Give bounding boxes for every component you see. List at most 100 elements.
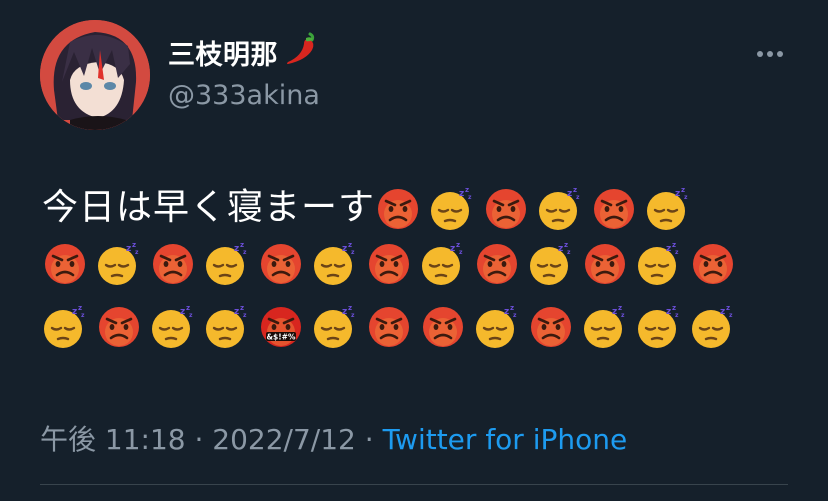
sleeping-face-icon: z zz: [638, 304, 679, 348]
sleeping-face-icon: z zz: [638, 241, 679, 285]
svg-text:z: z: [243, 249, 247, 256]
meta-separator: ·: [185, 423, 213, 456]
sleeping-face-icon: z zz: [314, 304, 355, 348]
svg-text:z: z: [351, 249, 355, 256]
angry-face-icon: [693, 244, 733, 284]
angry-face-icon: [369, 307, 409, 347]
svg-text:z: z: [567, 249, 571, 256]
svg-text:z: z: [675, 189, 680, 199]
sleeping-face-icon: z zz: [539, 186, 580, 230]
svg-text:z: z: [672, 304, 676, 312]
avatar[interactable]: [40, 20, 150, 130]
svg-text:z: z: [510, 304, 514, 312]
angry-face-icon: [423, 307, 463, 347]
chili-pepper-icon: [282, 30, 320, 75]
svg-text:z: z: [675, 312, 679, 319]
svg-text:z: z: [618, 304, 622, 312]
svg-text:z: z: [564, 241, 568, 249]
more-options-button[interactable]: [752, 40, 788, 68]
sleeping-face-icon: z zz: [152, 304, 193, 348]
sleeping-face-icon: z zz: [422, 241, 463, 285]
more-dots-icon: [757, 51, 763, 57]
svg-text:z: z: [351, 312, 355, 319]
angry-face-icon: [594, 189, 635, 229]
meta-separator: ·: [355, 423, 383, 456]
svg-text:z: z: [459, 249, 463, 256]
sleeping-face-icon: z zz: [584, 304, 625, 348]
svg-text:&$!#%: &$!#%: [267, 333, 296, 342]
svg-text:z: z: [450, 244, 455, 254]
svg-text:z: z: [612, 307, 617, 317]
svg-text:z: z: [135, 249, 139, 256]
emoji-line-1: zzzzzzzzz: [375, 181, 699, 235]
svg-text:z: z: [456, 241, 460, 249]
sleeping-face-icon: z zz: [530, 241, 571, 285]
svg-text:z: z: [513, 312, 517, 319]
svg-text:z: z: [78, 304, 82, 312]
svg-text:z: z: [459, 189, 464, 199]
svg-text:z: z: [180, 307, 185, 317]
sleeping-face-icon: z zz: [431, 186, 472, 230]
svg-text:z: z: [726, 304, 730, 312]
display-name[interactable]: 三枝明那: [168, 30, 320, 75]
more-dot: [777, 51, 783, 57]
svg-text:z: z: [666, 307, 671, 317]
user-handle[interactable]: @333akina: [168, 80, 320, 111]
svg-text:z: z: [81, 312, 85, 319]
tweet-meta: 午後 11:18 · 2022/7/12 · Twitter for iPhon…: [40, 418, 627, 458]
svg-text:z: z: [234, 307, 239, 317]
svg-text:z: z: [468, 194, 472, 201]
sleeping-face-icon: z zz: [692, 304, 733, 348]
emoji-block: zzzzzzzzzzzzzzzzzz z z z z z z z z z &$!#% z z z z z z z…: [42, 241, 744, 367]
tweet-source-link[interactable]: Twitter for iPhone: [383, 423, 628, 456]
svg-text:z: z: [672, 241, 676, 249]
tweet-body: 今日は早く寝まーす z z z z z z z z z: [42, 180, 802, 235]
svg-text:z: z: [681, 186, 685, 194]
angry-face-icon: [369, 244, 409, 284]
svg-text:z: z: [186, 304, 190, 312]
svg-text:z: z: [567, 189, 572, 199]
svg-text:z: z: [132, 241, 136, 249]
angry-face-icon: [477, 244, 517, 284]
sleeping-face-icon: z zz: [44, 304, 85, 348]
svg-text:z: z: [348, 241, 352, 249]
cursing-face-icon: &$!#%: [261, 307, 301, 347]
sleeping-face-icon: z zz: [647, 186, 688, 230]
svg-text:z: z: [234, 244, 239, 254]
sleeping-face-icon: z zz: [98, 241, 139, 285]
svg-text:z: z: [348, 304, 352, 312]
more-dot: [767, 51, 773, 57]
emoji-line-2: zzzzzzzzzzzzzzzzzz: [42, 241, 744, 304]
svg-text:z: z: [342, 307, 347, 317]
svg-text:z: z: [684, 194, 688, 201]
svg-text:z: z: [621, 312, 625, 319]
svg-text:z: z: [729, 312, 733, 319]
angry-face-icon: [99, 307, 139, 347]
svg-text:z: z: [465, 186, 469, 194]
angry-face-icon: [531, 307, 571, 347]
tweet-time[interactable]: 午後 11:18: [40, 423, 186, 456]
sleeping-face-icon: z zz: [476, 304, 517, 348]
svg-text:z: z: [126, 244, 131, 254]
angry-face-icon: [486, 189, 527, 229]
svg-text:z: z: [240, 304, 244, 312]
svg-text:z: z: [675, 249, 679, 256]
svg-text:z: z: [342, 244, 347, 254]
svg-text:z: z: [243, 312, 247, 319]
svg-text:z: z: [720, 307, 725, 317]
angry-face-icon: [378, 189, 419, 229]
sleeping-face-icon: z zz: [314, 241, 355, 285]
angry-face-icon: [45, 244, 85, 284]
tweet-text: 今日は早く寝まーす: [42, 187, 376, 228]
svg-text:z: z: [576, 194, 580, 201]
angry-face-icon: [153, 244, 193, 284]
tweet-date[interactable]: 2022/7/12: [212, 423, 356, 456]
display-name-text: 三枝明那: [168, 40, 278, 71]
svg-text:z: z: [240, 241, 244, 249]
angry-face-icon: [261, 244, 301, 284]
emoji-line-3: z z z z z z z z z &$!#% z z z z z z z z z z z z z z z: [42, 304, 744, 367]
sleeping-face-icon: z zz: [206, 304, 247, 348]
angry-face-icon: [585, 244, 625, 284]
svg-text:z: z: [558, 244, 563, 254]
svg-text:z: z: [189, 312, 193, 319]
